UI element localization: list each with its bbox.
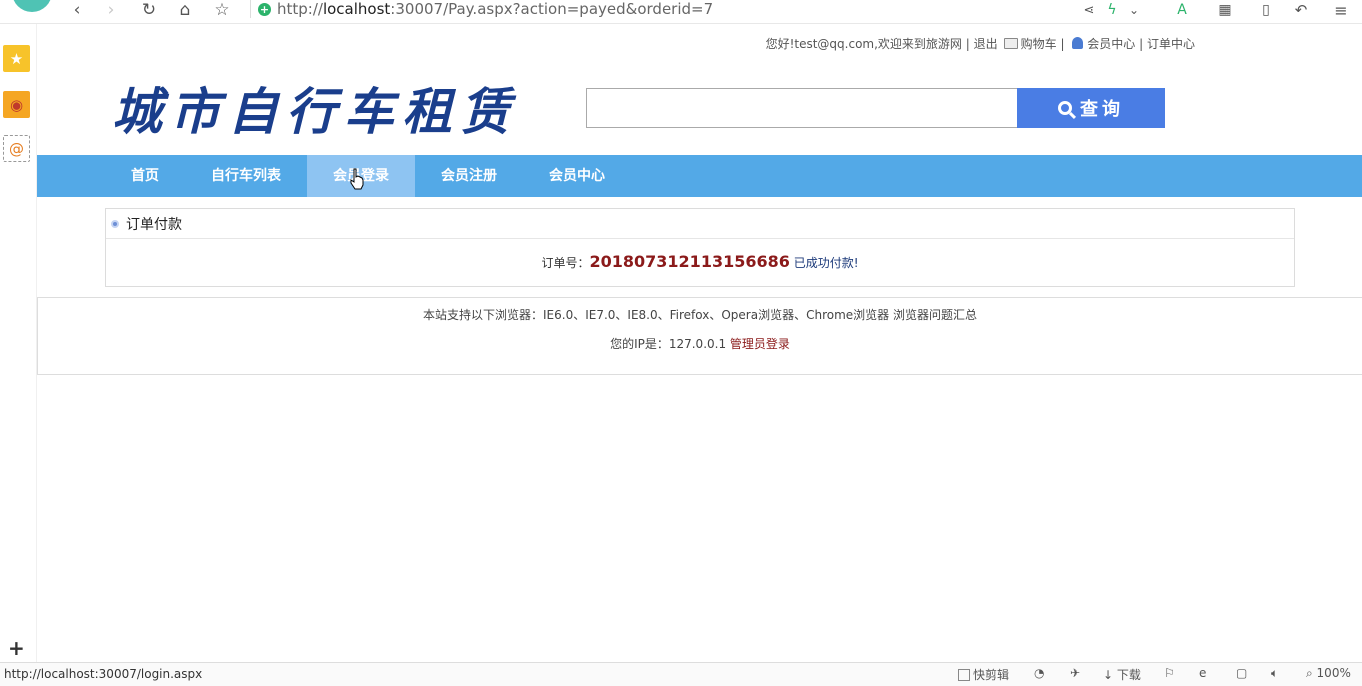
rocket-icon[interactable]: ✈ bbox=[1070, 666, 1080, 680]
order-status: 已成功付款! bbox=[793, 256, 859, 270]
browser-logo-icon bbox=[12, 0, 52, 12]
browser-toolbar: ‹ › ↻ ⌂ ☆ + http://localhost:30007/Pay.a… bbox=[0, 0, 1362, 24]
search-button[interactable]: 查询 bbox=[1017, 88, 1165, 128]
nav-item-member-center[interactable]: 会员中心 bbox=[535, 155, 619, 197]
address-bar[interactable]: + http://localhost:30007/Pay.aspx?action… bbox=[258, 0, 713, 18]
panel-header: 订单付款 bbox=[106, 209, 1294, 239]
undo-icon[interactable]: ↶ bbox=[1290, 0, 1312, 20]
mail-at-icon[interactable]: @ bbox=[3, 135, 30, 162]
quick-clip-button[interactable]: 快剪辑 bbox=[958, 666, 1009, 683]
share-icon[interactable]: ⋖ bbox=[1078, 0, 1100, 20]
order-label: 订单号： bbox=[541, 256, 590, 270]
hover-url: http://localhost:30007/login.aspx bbox=[4, 667, 203, 681]
search-icon bbox=[1058, 101, 1072, 115]
user-icon bbox=[1072, 37, 1084, 49]
apps-grid-icon[interactable]: ▦ bbox=[1214, 0, 1236, 20]
sound-icon[interactable]: 🔈︎ bbox=[1271, 666, 1278, 681]
nav-item-home[interactable]: 首页 bbox=[105, 155, 185, 197]
refresh-icon[interactable]: ↻ bbox=[138, 0, 160, 20]
translate-icon[interactable]: A bbox=[1171, 0, 1193, 20]
admin-login-link[interactable]: 管理员登录 bbox=[730, 337, 790, 351]
nav-item-bike-list[interactable]: 自行车列表 bbox=[197, 155, 295, 197]
download-button[interactable]: ↓ 下载 bbox=[1103, 666, 1141, 683]
address-url[interactable]: http://localhost:30007/Pay.aspx?action=p… bbox=[277, 0, 713, 18]
search-button-label: 查询 bbox=[1080, 99, 1124, 119]
weibo-icon[interactable]: ◉ bbox=[3, 91, 30, 118]
browser-support-text: 本站支持以下浏览器：IE6.0、IE7.0、IE8.0、Firefox、Oper… bbox=[423, 308, 977, 322]
panel-body: 订单号：201807312113156686 已成功付款! bbox=[106, 239, 1294, 271]
site-footer: 本站支持以下浏览器：IE6.0、IE7.0、IE8.0、Firefox、Oper… bbox=[37, 297, 1362, 375]
phone-icon[interactable]: ▯ bbox=[1255, 0, 1277, 20]
url-divider bbox=[250, 0, 251, 18]
order-number: 201807312113156686 bbox=[589, 252, 790, 271]
nav-item-member-register[interactable]: 会员注册 bbox=[427, 155, 511, 197]
top-user-links: 您好!test@qq.com,欢迎来到旅游网 | 退出 购物车 | 会员中心 | … bbox=[765, 37, 1195, 51]
panel-title: 订单付款 bbox=[126, 216, 182, 233]
bullet-icon bbox=[111, 219, 119, 228]
clip-icon bbox=[958, 669, 970, 681]
main-nav: 首页 自行车列表 会员登录 会员注册 会员中心 bbox=[37, 155, 1362, 197]
flag-icon[interactable]: ⚐ bbox=[1164, 666, 1175, 680]
order-center-link[interactable]: 订单中心 bbox=[1147, 37, 1195, 51]
chevron-down-icon[interactable]: ⌄ bbox=[1123, 0, 1145, 20]
cart-icon bbox=[1003, 38, 1018, 49]
quick-clip-label: 快剪辑 bbox=[973, 668, 1010, 682]
order-payment-panel: 订单付款 订单号：201807312113156686 已成功付款! bbox=[105, 208, 1295, 287]
back-icon[interactable]: ‹ bbox=[66, 0, 88, 20]
zoom-level: 100% bbox=[1316, 666, 1351, 680]
ip-line: 您的IP是：127.0.0.1 管理员登录 bbox=[38, 335, 1362, 352]
site-logo[interactable]: 城市自行车租赁 bbox=[112, 72, 518, 144]
ie-icon[interactable]: e bbox=[1199, 666, 1206, 680]
download-label: 下载 bbox=[1116, 668, 1141, 682]
secure-shield-icon: + bbox=[258, 2, 271, 16]
favorites-star-icon[interactable]: ★ bbox=[3, 45, 30, 72]
zoom-control[interactable]: ⌕ 100% bbox=[1306, 666, 1351, 681]
lightning-icon[interactable]: ϟ bbox=[1101, 0, 1123, 20]
add-plus-icon[interactable]: + bbox=[8, 636, 25, 660]
member-center-link[interactable]: 会员中心 bbox=[1087, 37, 1135, 51]
window-icon[interactable]: ▢ bbox=[1236, 666, 1247, 680]
ip-text: 您的IP是：127.0.0.1 bbox=[610, 337, 727, 351]
menu-icon[interactable]: ≡ bbox=[1330, 0, 1352, 20]
cart-link[interactable]: 购物车 bbox=[1021, 37, 1057, 51]
star-icon[interactable]: ☆ bbox=[211, 0, 233, 20]
search-input[interactable] bbox=[586, 88, 1018, 128]
logout-link[interactable]: 退出 bbox=[974, 37, 998, 51]
speed-icon[interactable]: ◔ bbox=[1034, 666, 1044, 680]
forward-icon[interactable]: › bbox=[100, 0, 122, 20]
browser-status-bar: http://localhost:30007/login.aspx 快剪辑 ◔ … bbox=[0, 662, 1362, 686]
home-icon[interactable]: ⌂ bbox=[174, 0, 196, 20]
hand-cursor-icon bbox=[350, 168, 364, 190]
greeting-text: 您好!test@qq.com,欢迎来到旅游网 bbox=[765, 37, 962, 51]
browser-sidebar: ★ ◉ @ + bbox=[0, 24, 37, 664]
